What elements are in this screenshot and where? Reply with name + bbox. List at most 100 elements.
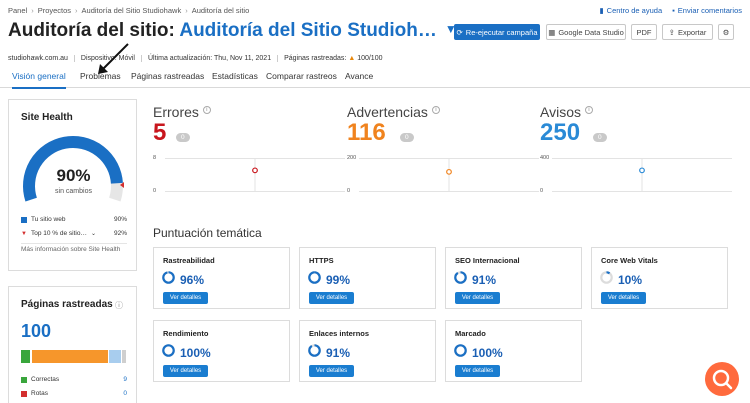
legend-swatch (21, 376, 27, 383)
export-icon: ⇪ (668, 27, 675, 37)
bar-segment[interactable] (108, 350, 122, 363)
bar-segment[interactable] (21, 350, 31, 363)
thematic-score-title: Puntuación temática (153, 226, 262, 240)
y-axis-max: 400 (540, 155, 550, 161)
thematic-card: Marcado 100% Ver detalles (445, 320, 582, 382)
thematic-card-value: 99% (326, 273, 351, 287)
metric-label: Advertencias i (347, 104, 440, 120)
score-ring-icon (162, 344, 175, 357)
book-icon: ▮ (599, 6, 604, 15)
metric-change-badge: 0 (400, 133, 414, 142)
thematic-card-value: 100% (472, 346, 503, 360)
legend-top10[interactable]: ▼ Top 10 % de sitio… ⌄ 92% (21, 230, 127, 237)
metric-label-text: Advertencias (347, 104, 428, 120)
info-icon[interactable]: ⓘ (115, 300, 123, 311)
tab-statistics[interactable]: Estadísticas (212, 71, 258, 87)
breadcrumb-separator: › (31, 6, 34, 15)
metric-trend-chart (359, 158, 539, 192)
legend-value[interactable]: 0 (123, 390, 127, 397)
breadcrumb-panel[interactable]: Panel (8, 6, 27, 15)
bar-segment[interactable] (121, 350, 127, 363)
view-details-button[interactable]: Ver detalles (309, 292, 354, 304)
legend-value: 90% (113, 216, 127, 223)
rerun-campaign-button[interactable]: ⟳ Re-ejecutar campaña (454, 24, 540, 40)
settings-button[interactable]: ⚙ (718, 24, 734, 40)
site-health-change: sin cambios (55, 188, 92, 195)
info-icon[interactable]: i (584, 106, 593, 114)
help-chat-button[interactable] (705, 362, 739, 396)
crawled-pages-card: Páginas rastreadas ⓘ 100 Correctas 9 Rot… (8, 286, 137, 403)
thematic-card: HTTPS 99% Ver detalles (299, 247, 436, 309)
site-health-more-link[interactable]: Más información sobre Site Health (21, 246, 121, 254)
bar-segment[interactable] (31, 350, 109, 363)
gds-label: Google Data Studio (558, 27, 624, 37)
warning-icon: ▲ (348, 54, 358, 62)
thematic-card-value: 100% (180, 346, 211, 360)
thematic-card-name: Rastreabilidad (163, 256, 215, 265)
data-point[interactable] (252, 167, 258, 174)
breadcrumb-project[interactable]: Auditoría del Sitio Studiohawk (82, 6, 182, 15)
metric-trend-chart (552, 158, 732, 192)
legend-swatch (21, 216, 27, 223)
data-point[interactable] (639, 167, 645, 174)
title-prefix: Auditoría del sitio: (8, 20, 180, 41)
feedback-link[interactable]: ▪ Enviar comentarios (672, 6, 742, 15)
google-data-studio-button[interactable]: ▦ Google Data Studio (546, 24, 626, 40)
view-details-button[interactable]: Ver detalles (309, 365, 354, 377)
view-details-button[interactable]: Ver detalles (163, 365, 208, 377)
pdf-button[interactable]: PDF (631, 24, 657, 40)
rerun-label: Re-ejecutar campaña (465, 27, 538, 37)
export-label: Exportar (677, 27, 707, 37)
score-ring-icon (454, 271, 467, 284)
thematic-card: Core Web Vitals 10% Ver detalles (591, 247, 728, 309)
score-ring-icon (308, 344, 321, 357)
info-icon[interactable]: i (202, 106, 211, 114)
view-details-button[interactable]: Ver detalles (455, 292, 500, 304)
metric-change-badge: 0 (593, 133, 607, 142)
search-help-icon (712, 369, 733, 390)
metric-label-text: Avisos (540, 104, 581, 120)
metric-trend-chart (165, 158, 345, 192)
thematic-card-value: 96% (180, 273, 205, 287)
export-button[interactable]: ⇪ Exportar (662, 24, 713, 40)
project-name[interactable]: Auditoría del Sitio Studioh… (179, 20, 437, 41)
data-point[interactable] (446, 168, 452, 175)
thematic-card: Enlaces internos 91% Ver detalles (299, 320, 436, 382)
chevron-down-icon[interactable]: ⌄ (91, 230, 110, 237)
score-ring-icon (308, 271, 321, 284)
tab-overview[interactable]: Visión general (12, 71, 66, 89)
tab-crawled-pages[interactable]: Páginas rastreadas (131, 71, 204, 87)
view-details-button[interactable]: Ver detalles (601, 292, 646, 304)
annotation-arrow (98, 43, 129, 74)
thematic-card-name: Core Web Vitals (601, 256, 658, 265)
legend-your-site: Tu sitio web 90% (21, 216, 127, 223)
crawled-pages-value[interactable]: 100 (21, 321, 51, 342)
thematic-card-value: 91% (326, 346, 351, 360)
tab-compare-crawls[interactable]: Comparar rastreos (266, 71, 337, 87)
tab-progress[interactable]: Avance (345, 71, 373, 87)
data-studio-icon: ▦ (548, 27, 556, 37)
metric-value[interactable]: 250 (540, 119, 580, 147)
breadcrumb-current: Auditoría del sitio (191, 6, 250, 15)
pdf-label: PDF (636, 27, 652, 37)
thematic-card-value: 10% (618, 273, 643, 287)
metric-change-badge: 0 (176, 133, 190, 142)
site-health-value: 90% (56, 166, 91, 185)
info-icon[interactable]: i (431, 106, 440, 114)
metric-value[interactable]: 5 (153, 119, 166, 147)
legend-value[interactable]: 9 (123, 376, 127, 383)
score-ring-icon (162, 271, 175, 284)
refresh-icon: ⟳ (456, 27, 463, 37)
breadcrumb-projects[interactable]: Proyectos (38, 6, 71, 15)
breadcrumb-separator: › (185, 6, 188, 15)
score-ring-icon (454, 344, 467, 357)
view-details-button[interactable]: Ver detalles (163, 292, 208, 304)
breadcrumb: Panel › Proyectos › Auditoría del Sitio … (8, 6, 249, 15)
help-link[interactable]: ▮ Centro de ayuda (600, 6, 663, 15)
view-details-button[interactable]: Ver detalles (455, 365, 500, 377)
feedback-link-label: Enviar comentarios (677, 6, 742, 15)
legend-label: Rotas (31, 390, 48, 397)
thematic-card-name: HTTPS (309, 256, 334, 265)
metric-value[interactable]: 116 (347, 119, 386, 147)
thematic-card: Rastreabilidad 96% Ver detalles (153, 247, 290, 309)
